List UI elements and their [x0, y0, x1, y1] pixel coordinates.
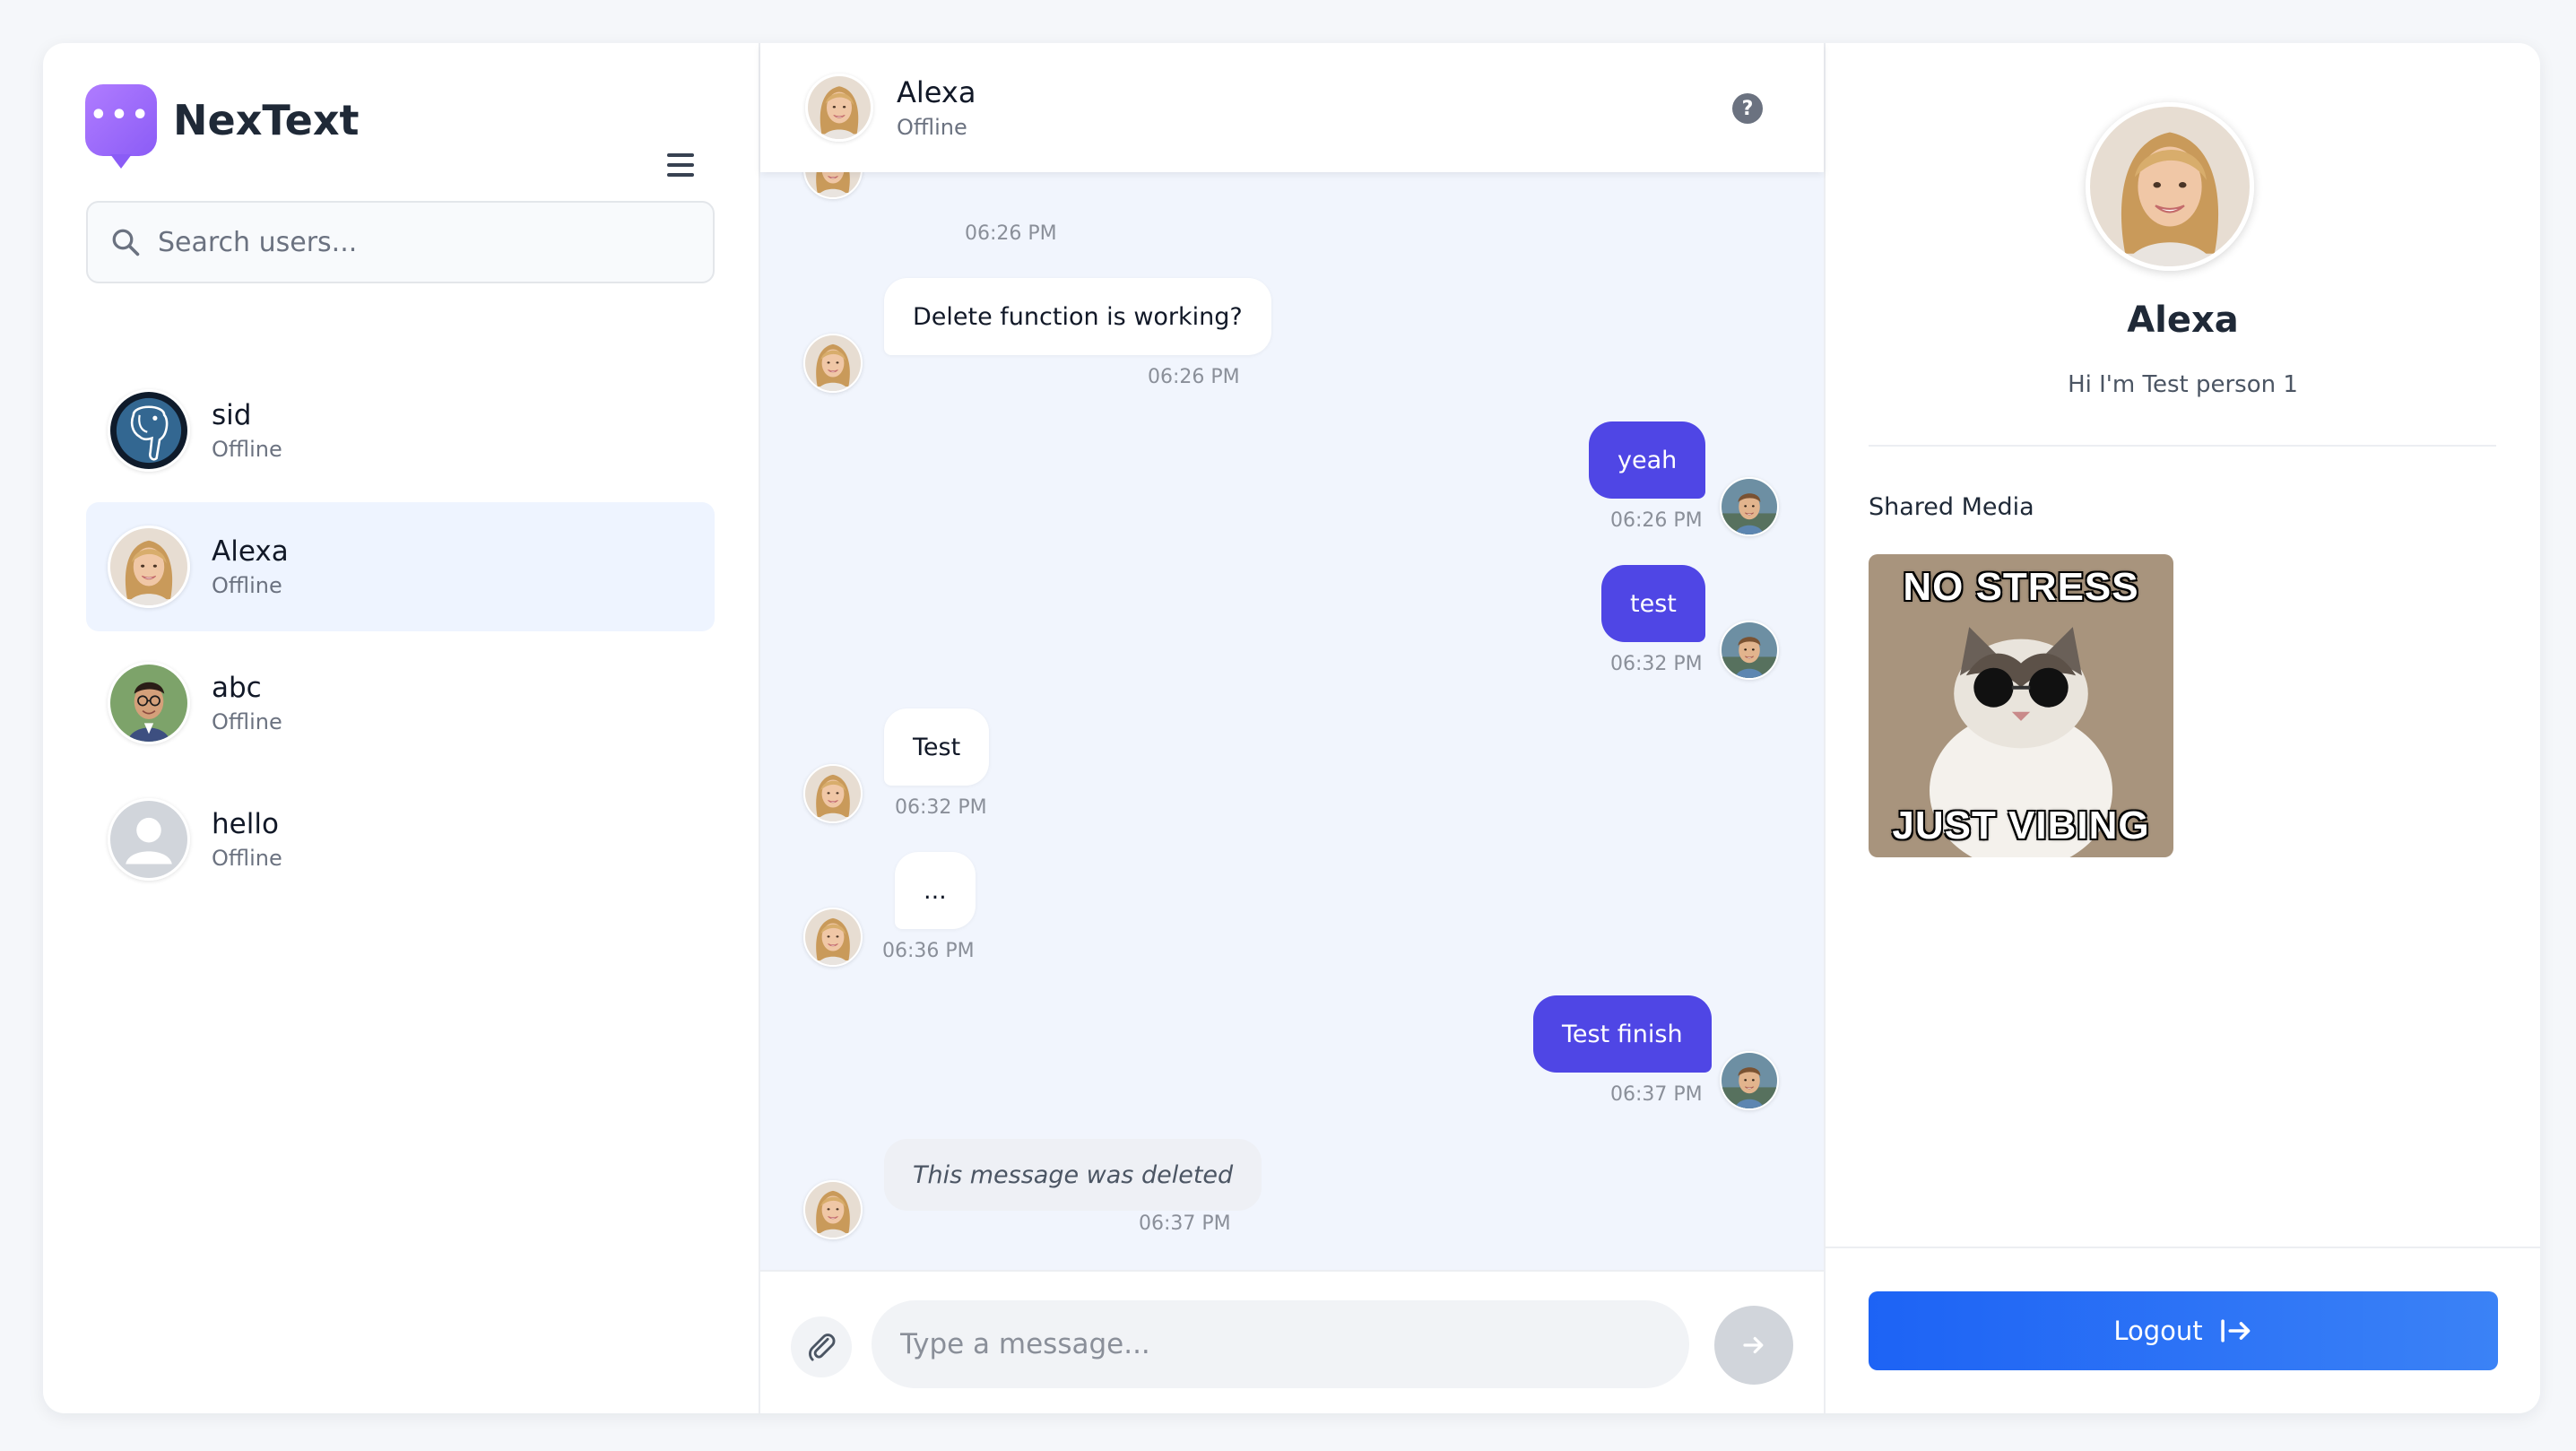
avatar [1720, 621, 1779, 680]
search-input[interactable] [158, 226, 678, 258]
avatar [803, 764, 863, 823]
profile-name: Alexa [2127, 300, 2239, 341]
shared-media-item[interactable]: NO STRESS JUST VIBING [1869, 554, 2173, 857]
message-bubble-incoming: ... [895, 852, 976, 929]
search-icon [112, 229, 140, 256]
user-list: sid Offline Alexa Offline abc Offline he… [86, 366, 715, 911]
message-time: 06:26 PM [965, 222, 1057, 245]
brand: ••• NexText [85, 84, 360, 169]
avatar [803, 334, 863, 393]
chat-contact-name: Alexa [897, 75, 976, 109]
avatar [108, 662, 190, 744]
sidebar: ••• NexText sid Offline Alexa Offline [43, 43, 760, 1413]
send-button[interactable] [1714, 1306, 1793, 1385]
message-bubble-deleted: This message was deleted [884, 1139, 1262, 1211]
message-time: 06:32 PM [1610, 653, 1703, 675]
message-list: 06:26 PM Delete function is working? 06:… [760, 172, 1824, 1311]
user-status: Offline [212, 709, 282, 734]
message-bubble-incoming: Delete function is working? [884, 278, 1271, 355]
user-item-alexa[interactable]: Alexa Offline [86, 502, 715, 631]
message-composer [760, 1270, 1824, 1413]
chat-header: Alexa Offline ? [760, 43, 1824, 172]
avatar [1720, 477, 1779, 536]
arrow-right-icon [1743, 1336, 1764, 1354]
avatar [108, 389, 190, 472]
divider [1869, 445, 2496, 447]
chat-panel: Alexa Offline ? 06:26 PM Delete function… [760, 43, 1826, 1413]
message-input[interactable] [872, 1300, 1689, 1388]
logout-button[interactable]: Logout [1869, 1291, 2498, 1370]
logout-icon [2220, 1319, 2250, 1342]
default-user-icon [108, 798, 190, 881]
user-item-abc[interactable]: abc Offline [86, 639, 715, 768]
chat-bubble-dots-icon: ••• [85, 84, 157, 169]
message-bubble-outgoing: test [1601, 565, 1705, 642]
message-bubble-outgoing: Test finish [1533, 995, 1712, 1073]
help-icon[interactable]: ? [1732, 93, 1763, 124]
user-name: Alexa [212, 535, 289, 568]
message-time: 06:37 PM [1139, 1212, 1231, 1235]
avatar[interactable] [805, 74, 873, 142]
message-time: 06:32 PM [895, 796, 987, 819]
meme-bottom-text: JUST VIBING [1892, 804, 2150, 847]
message-bubble-incoming: Test [884, 708, 990, 786]
app-window: ••• NexText sid Offline Alexa Offline [43, 43, 2540, 1413]
shared-media-title: Shared Media [1869, 493, 2034, 521]
message-time: 06:26 PM [1610, 509, 1703, 532]
message-time: 06:37 PM [1610, 1083, 1703, 1106]
user-status: Offline [212, 437, 282, 462]
avatar [108, 526, 190, 608]
message-bubble-outgoing: yeah [1589, 421, 1706, 499]
user-item-sid[interactable]: sid Offline [86, 366, 715, 495]
user-name: abc [212, 672, 262, 704]
message-time: 06:36 PM [882, 940, 975, 962]
user-name: sid [212, 399, 252, 431]
logout-label: Logout [2113, 1316, 2203, 1346]
user-name: hello [212, 808, 279, 840]
profile-avatar [2086, 102, 2254, 271]
profile-bio: Hi I'm Test person 1 [2068, 371, 2298, 398]
hamburger-menu-icon[interactable] [667, 149, 699, 181]
message-time: 06:26 PM [1148, 366, 1240, 388]
app-name: NexText [173, 96, 360, 144]
meme-top-text: NO STRESS [1903, 565, 2139, 609]
avatar [803, 1180, 863, 1239]
profile-footer: Logout [1826, 1247, 2540, 1413]
profile-panel: Alexa Hi I'm Test person 1 Shared Media … [1826, 43, 2540, 1413]
paperclip-icon[interactable] [791, 1316, 852, 1377]
user-status: Offline [212, 573, 282, 598]
avatar [803, 908, 863, 967]
chat-contact-status: Offline [897, 115, 967, 140]
avatar [1720, 1051, 1779, 1110]
user-status: Offline [212, 846, 282, 871]
search-box[interactable] [86, 201, 715, 283]
avatar [803, 172, 863, 199]
user-item-hello[interactable]: hello Offline [86, 775, 715, 904]
